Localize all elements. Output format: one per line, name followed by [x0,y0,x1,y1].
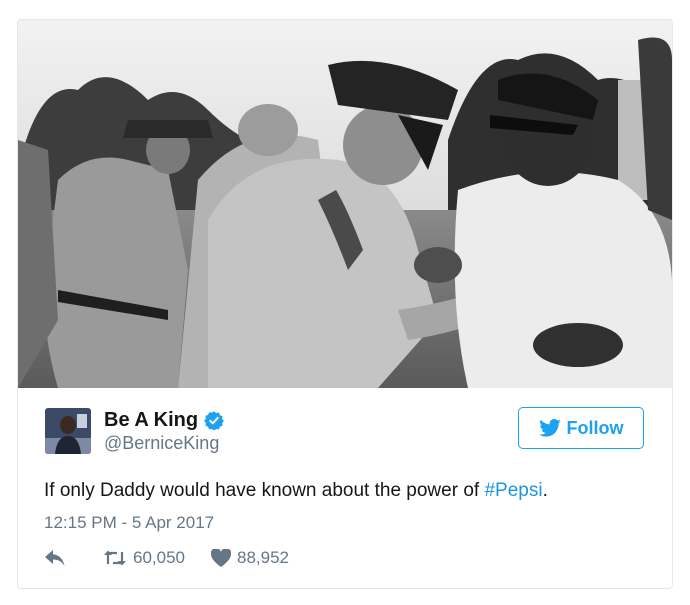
heart-icon [211,549,231,567]
follow-label: Follow [566,417,624,438]
twitter-bird-icon [538,419,561,437]
tweet-text-body: If only Daddy would have known about the… [44,480,485,501]
tweet-card: Be A King @BerniceKing Follow If only Da… [17,19,673,589]
verified-badge-icon [204,411,224,430]
avatar[interactable] [45,408,91,454]
display-name-row[interactable]: Be A King [104,408,224,432]
like-count: 88,952 [237,548,289,567]
reply-icon [45,550,65,566]
tweet-author[interactable]: Be A King @BerniceKing [45,408,224,454]
retweet-button[interactable]: 60,050 [103,548,185,568]
hashtag-link[interactable]: #Pepsi [484,480,542,501]
retweet-count: 60,050 [133,548,185,567]
retweet-icon [104,550,126,566]
follow-button[interactable]: Follow [518,407,644,449]
tweet-actions: 60,050 88,952 [45,548,289,568]
like-button[interactable]: 88,952 [211,548,289,568]
tweet-text-end: . [542,480,548,501]
timestamp[interactable]: 12:15 PM - 5 Apr 2017 [44,513,214,533]
tweet-text: If only Daddy would have known about the… [44,480,548,502]
display-name[interactable]: Be A King [104,408,198,432]
reply-button[interactable] [45,550,65,566]
tweet-photo[interactable] [18,20,672,388]
handle[interactable]: @BerniceKing [104,432,224,454]
